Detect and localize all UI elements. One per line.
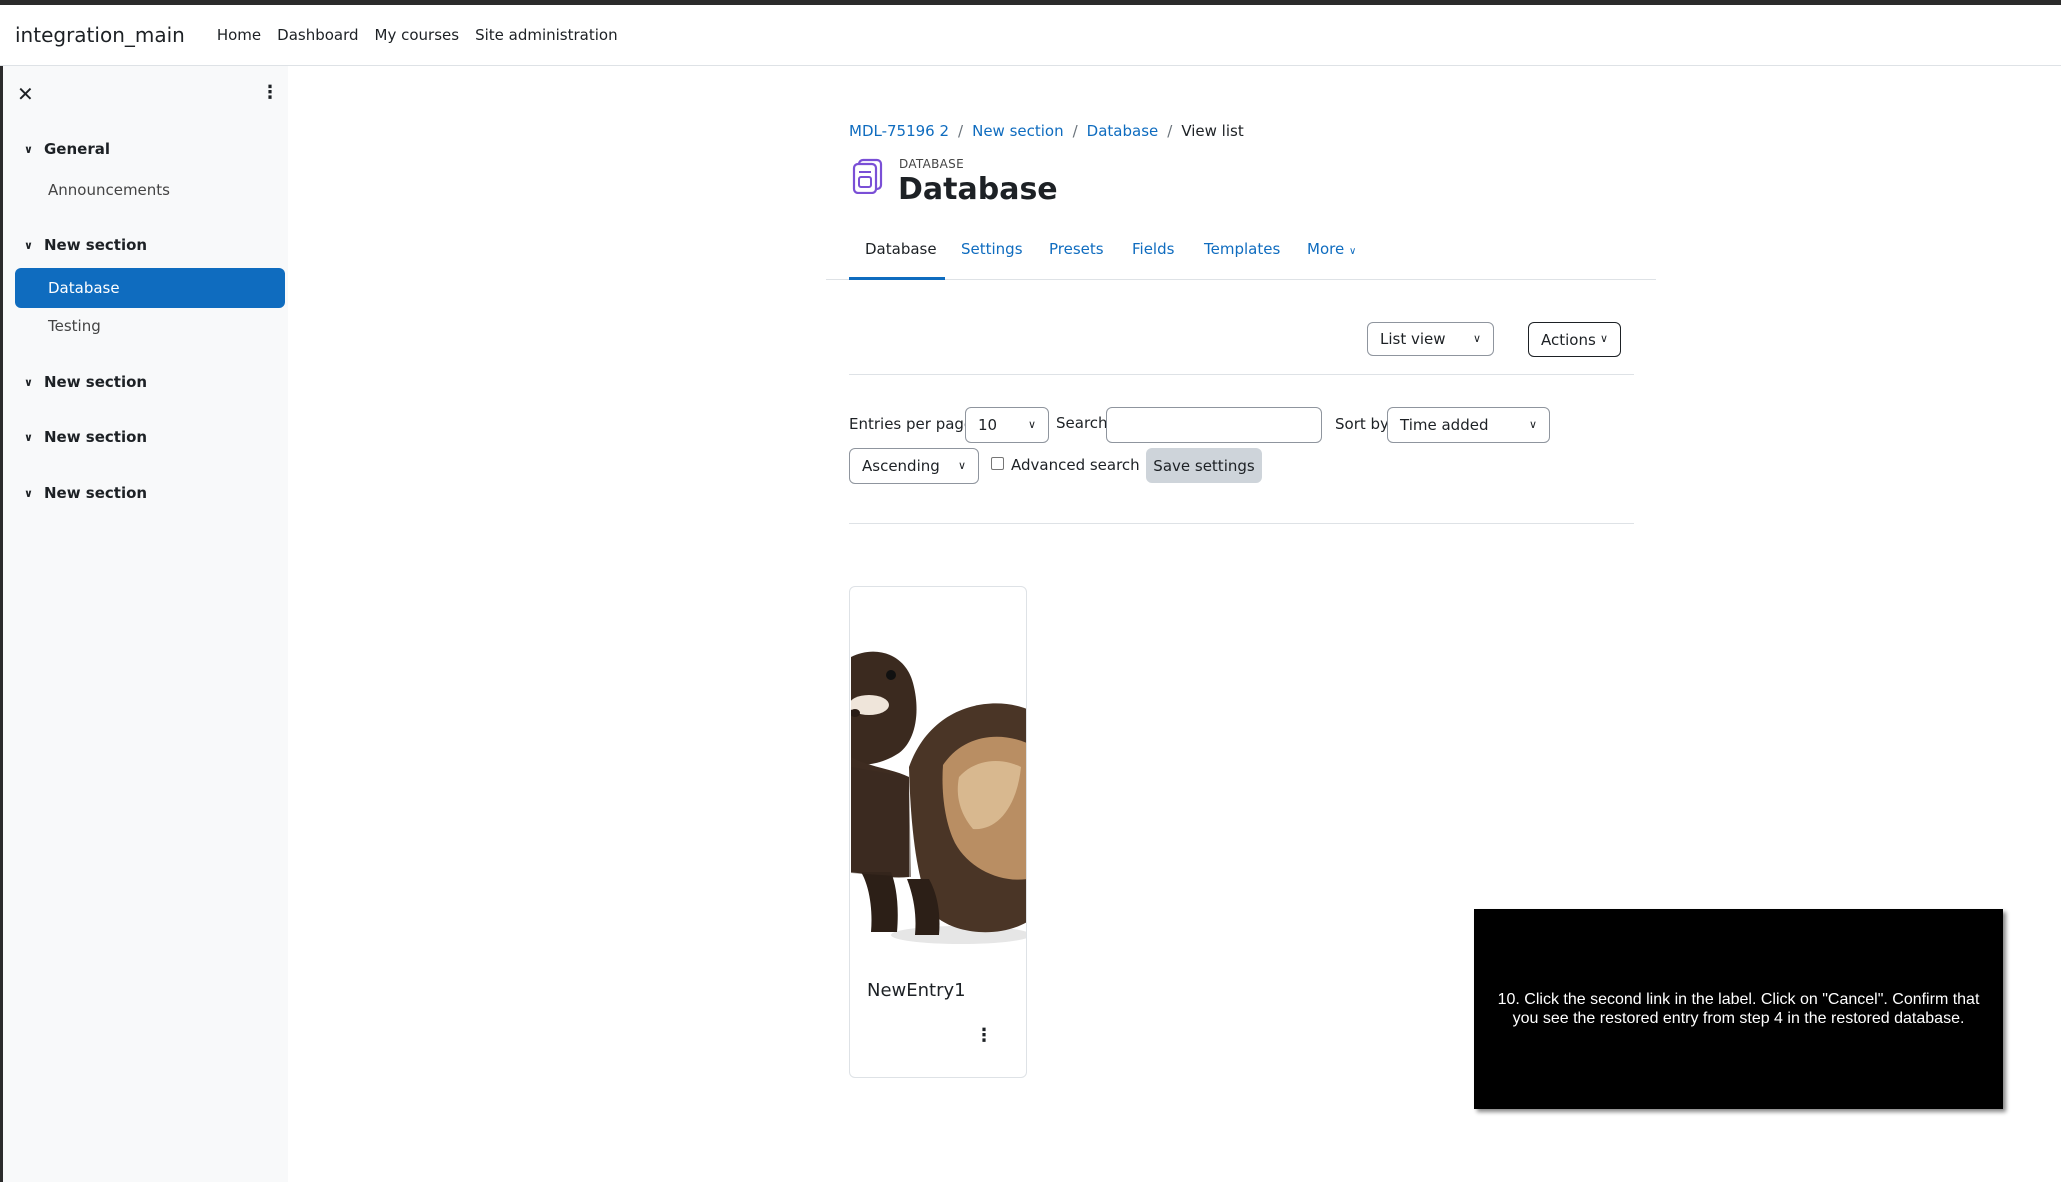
breadcrumb-section[interactable]: New section (972, 122, 1064, 140)
activity-testing[interactable]: Testing (48, 317, 101, 335)
actions-button[interactable]: Actions ∨ (1528, 322, 1621, 357)
section-title[interactable]: New section (44, 484, 147, 502)
section-new-1[interactable]: ∨ New section (24, 236, 147, 254)
site-brand[interactable]: integration_main (15, 23, 185, 47)
chevron-down-icon: ∨ (1599, 332, 1608, 345)
breadcrumb-separator: / (1072, 122, 1078, 140)
tab-database[interactable]: Database (865, 240, 937, 258)
course-index-drawer: ✕ ⋮ ∨ General Announcements ∨ New sectio… (0, 66, 288, 1182)
entries-per-page-label: Entries per page (849, 415, 974, 433)
nav-site-administration[interactable]: Site administration (475, 26, 618, 44)
tab-settings[interactable]: Settings (961, 240, 1023, 258)
section-new-3[interactable]: ∨ New section (24, 428, 147, 446)
divider (849, 374, 1634, 375)
section-new-2[interactable]: ∨ New section (24, 373, 147, 391)
activity-announcements[interactable]: Announcements (48, 181, 170, 199)
drawer-options-icon[interactable]: ⋮ (261, 82, 279, 103)
order-select[interactable]: Ascending ∨ (849, 448, 979, 484)
tab-more[interactable]: More ∨ (1307, 240, 1356, 258)
entry-actions-icon[interactable]: ⋮ (975, 1025, 993, 1046)
view-select[interactable]: List view ∨ (1367, 322, 1494, 356)
chevron-down-icon: ∨ (1348, 246, 1357, 257)
entries-per-page-select[interactable]: 10 ∨ (965, 407, 1049, 443)
view-select-value: List view (1380, 330, 1446, 348)
nav-dashboard[interactable]: Dashboard (277, 26, 358, 44)
activity-label: Database (48, 279, 120, 297)
tab-templates[interactable]: Templates (1204, 240, 1280, 258)
instruction-overlay: 10. Click the second link in the label. … (1474, 909, 2003, 1109)
sort-by-label: Sort by (1335, 415, 1389, 433)
section-general[interactable]: ∨ General (24, 140, 110, 158)
breadcrumb-separator: / (1167, 122, 1173, 140)
chevron-down-icon: ∨ (1027, 418, 1036, 431)
chevron-down-icon[interactable]: ∨ (24, 487, 40, 500)
secondary-navigation: Database Settings Presets Fields Templat… (826, 234, 1656, 280)
section-title[interactable]: General (44, 140, 110, 158)
sort-by-value: Time added (1400, 416, 1489, 434)
advanced-search-checkbox[interactable] (991, 457, 1004, 470)
ferret-photo (851, 617, 1026, 952)
entry-card: NewEntry1 ⋮ (849, 586, 1027, 1078)
instruction-text: 10. Click the second link in the label. … (1497, 991, 1980, 1027)
actions-label: Actions (1541, 330, 1596, 349)
chevron-down-icon[interactable]: ∨ (24, 376, 40, 389)
chevron-down-icon: ∨ (957, 459, 966, 472)
save-settings-button[interactable]: Save settings (1146, 448, 1262, 483)
section-title[interactable]: New section (44, 373, 147, 391)
chevron-down-icon: ∨ (1472, 332, 1481, 345)
active-tab-indicator (849, 277, 945, 280)
tab-presets[interactable]: Presets (1049, 240, 1104, 258)
breadcrumb-course[interactable]: MDL-75196 2 (849, 122, 949, 140)
search-label: Search (1056, 414, 1108, 432)
top-navbar: integration_main Home Dashboard My cours… (0, 5, 2061, 66)
save-settings-label: Save settings (1153, 456, 1255, 475)
section-new-4[interactable]: ∨ New section (24, 484, 147, 502)
order-value: Ascending (862, 457, 940, 475)
close-icon[interactable]: ✕ (17, 82, 34, 106)
breadcrumb-separator: / (958, 122, 964, 140)
page-title: Database (898, 172, 1058, 207)
chevron-down-icon[interactable]: ∨ (24, 143, 40, 156)
sort-by-select[interactable]: Time added ∨ (1387, 407, 1550, 443)
activity-database[interactable]: Database (15, 268, 285, 308)
search-input[interactable] (1106, 407, 1322, 443)
divider (849, 523, 1634, 524)
breadcrumb-current: View list (1181, 122, 1244, 140)
breadcrumb-database[interactable]: Database (1087, 122, 1159, 140)
module-type-label: DATABASE (899, 157, 964, 171)
section-title[interactable]: New section (44, 236, 147, 254)
chevron-down-icon: ∨ (1528, 418, 1537, 431)
nav-home[interactable]: Home (217, 26, 261, 44)
chevron-down-icon[interactable]: ∨ (24, 431, 40, 444)
advanced-search-label[interactable]: Advanced search (1011, 456, 1140, 474)
chevron-down-icon[interactable]: ∨ (24, 239, 40, 252)
section-title[interactable]: New section (44, 428, 147, 446)
tab-more-label: More (1307, 240, 1345, 258)
breadcrumb: MDL-75196 2 / New section / Database / V… (849, 122, 1244, 140)
database-module-icon (852, 158, 883, 194)
entry-title[interactable]: NewEntry1 (867, 980, 966, 1001)
nav-my-courses[interactable]: My courses (375, 26, 460, 44)
tab-fields[interactable]: Fields (1132, 240, 1174, 258)
entries-per-page-value: 10 (978, 416, 998, 434)
